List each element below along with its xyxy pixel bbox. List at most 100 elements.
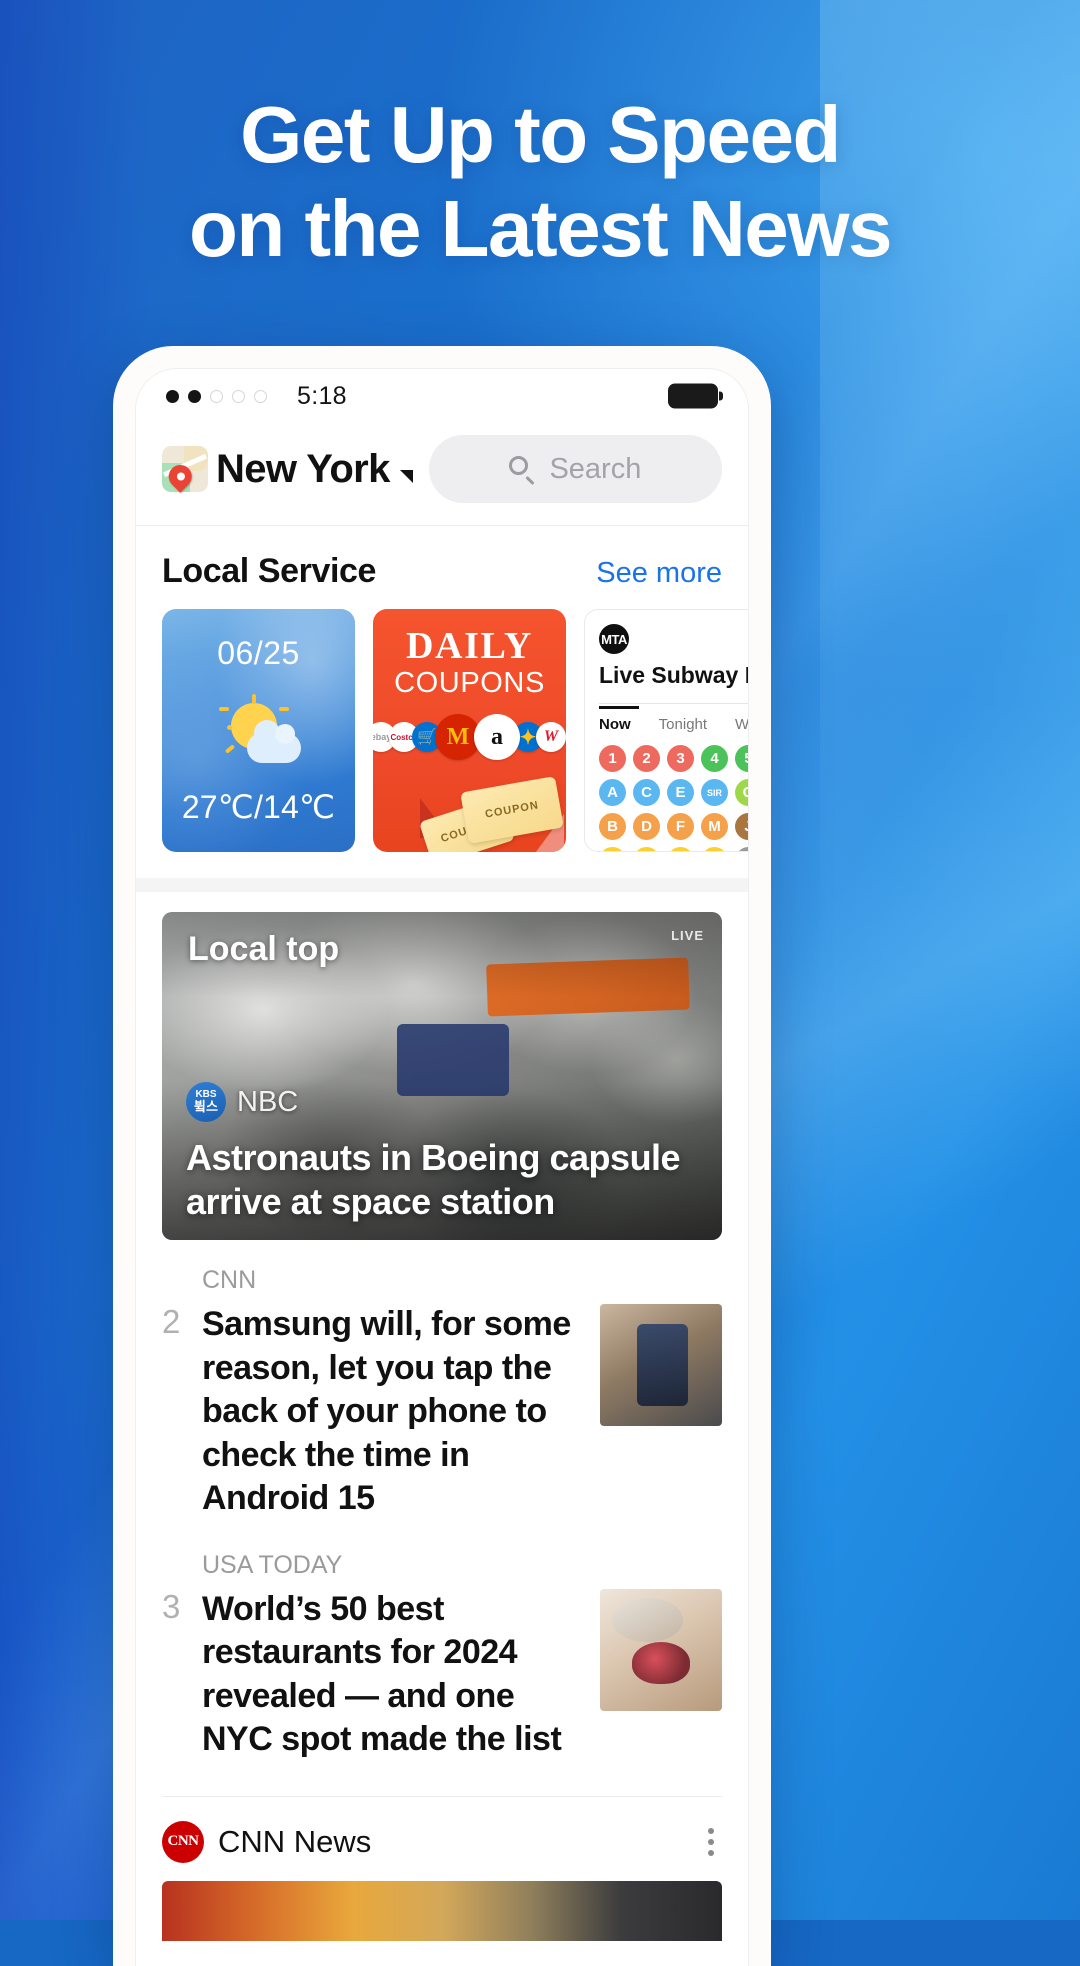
- signal-dot-2: [188, 389, 201, 403]
- status-bar-time: 5:18: [297, 381, 347, 410]
- subway-tab-tonight[interactable]: Tonight: [659, 716, 707, 733]
- news-item-title-row: 2 Samsung will, for some reason, let you…: [162, 1303, 584, 1521]
- subway-tab-weekend[interactable]: Weekend: [735, 716, 748, 733]
- section-title: Local Service: [162, 552, 377, 590]
- subway-line-bullet-l[interactable]: L: [735, 847, 748, 851]
- news-item-rank: 3: [162, 1587, 181, 1625]
- news-list-item[interactable]: USA TODAY 3 World’s 50 best restaurants …: [162, 1525, 722, 1766]
- subway-line-bullet-f[interactable]: F: [667, 813, 694, 840]
- sun-ray: [251, 694, 256, 704]
- headline-line-1: Get Up to Speed: [240, 90, 841, 179]
- subway-line-bullet-c[interactable]: C: [633, 779, 660, 806]
- brand-logo-amazon: a: [474, 714, 520, 760]
- brand-logo-walgreens: W: [536, 722, 566, 752]
- subway-line-bullet-a[interactable]: A: [599, 779, 626, 806]
- weather-date: 06/25: [217, 635, 300, 671]
- news-item-rank: 2: [162, 1303, 181, 1340]
- live-subway-map-card[interactable]: MTA Live Subway Map BETA Now Tonight Wee…: [584, 609, 748, 852]
- coupons-title-line-2: COUPONS: [394, 667, 545, 699]
- signal-dot-3: [210, 389, 223, 403]
- cloud-shape: [246, 720, 301, 763]
- weather-temperature: 27℃/14℃: [181, 789, 336, 825]
- subway-line-bullet-e[interactable]: E: [667, 779, 694, 806]
- publisher-name: CNN News: [218, 1823, 372, 1859]
- sun-ray: [224, 744, 235, 754]
- local-service-card-carousel[interactable]: 06/25 27℃/14℃ DAILY COUPONS ebay: [136, 609, 748, 878]
- subway-line-bullet-r[interactable]: R: [667, 847, 694, 851]
- hero-source-name: NBC: [237, 1085, 299, 1118]
- location-selector[interactable]: New York: [162, 446, 413, 494]
- weather-card[interactable]: 06/25 27℃/14℃: [162, 609, 355, 852]
- news-item-title: World’s 50 best restaurants for 2024 rev…: [202, 1589, 562, 1759]
- sun-ray: [278, 707, 289, 711]
- app-header: New York Search: [136, 423, 748, 525]
- kbs-logo-glyph: 뷬스: [194, 1099, 218, 1115]
- hero-label: Local top: [188, 930, 340, 968]
- search-icon: [509, 456, 536, 486]
- signal-dot-4: [232, 389, 245, 403]
- subway-line-bullet-j[interactable]: J: [735, 813, 748, 840]
- subway-card-title: Live Subway Map: [599, 662, 748, 688]
- subway-line-bullet-2[interactable]: 2: [633, 745, 660, 772]
- news-item-thumbnail: [600, 1304, 722, 1426]
- daily-coupons-card[interactable]: DAILY COUPONS ebay Costco 🛒 M a ✦ W COUP…: [373, 609, 566, 852]
- promo-headline: Get Up to Speed on the Latest News: [0, 88, 1080, 275]
- news-item-content: USA TODAY 3 World’s 50 best restaurants …: [162, 1551, 584, 1762]
- hero-headline: Astronauts in Boeing capsule arrive at s…: [186, 1137, 681, 1223]
- search-input[interactable]: Search: [428, 435, 722, 503]
- see-more-link[interactable]: See more: [596, 557, 722, 590]
- subway-line-bullet-q[interactable]: Q: [633, 847, 660, 851]
- subway-line-row: BDFMJZ: [599, 813, 748, 840]
- signal-indicator: [166, 389, 267, 403]
- local-service-header: Local Service See more: [136, 526, 748, 609]
- sun-ray: [226, 725, 232, 730]
- status-bar: 5:18: [136, 369, 748, 423]
- subway-line-bullet-4[interactable]: 4: [701, 745, 728, 772]
- news-item-thumbnail: [600, 1588, 722, 1711]
- publisher-row[interactable]: CNN CNN News: [136, 1796, 748, 1881]
- location-name: New York: [216, 446, 390, 491]
- news-feed: Local top LIVE KBS 뷬스 NBC Astronauts in …: [136, 912, 748, 1797]
- signal-dot-5: [254, 389, 267, 403]
- signal-dot-1: [166, 389, 179, 403]
- subway-line-grid: 123456ACESIRG7BDFMJZNQRWLS: [599, 745, 748, 851]
- headline-line-2: on the Latest News: [188, 183, 893, 273]
- phone-mockup: 5:18 New York Search Local Service See m…: [113, 346, 771, 1966]
- subway-tab-now[interactable]: Now: [599, 706, 639, 733]
- subway-line-row: NQRWLS: [599, 847, 748, 851]
- sun-ray: [218, 707, 229, 711]
- sun-behind-cloud-icon: [211, 694, 307, 765]
- subway-line-bullet-w[interactable]: W: [701, 847, 728, 851]
- subway-tabs[interactable]: Now Tonight Weekend: [599, 706, 748, 733]
- mta-logo-icon: MTA: [599, 624, 629, 654]
- section-gap: [136, 878, 748, 892]
- coupon-tickets-illustration: COUPON COUPON: [418, 752, 566, 852]
- chevron-down-icon: [399, 469, 413, 483]
- hero-news-card[interactable]: Local top LIVE KBS 뷬스 NBC Astronauts in …: [162, 912, 722, 1240]
- subway-line-bullet-n[interactable]: N: [599, 847, 626, 851]
- subway-line-row: 123456: [599, 745, 748, 772]
- news-item-title-row: 3 World’s 50 best restaurants for 2024 r…: [162, 1588, 584, 1762]
- subway-card-title-row: Live Subway Map BETA: [599, 662, 748, 689]
- phone-screen: 5:18 New York Search Local Service See m…: [135, 368, 749, 1966]
- subway-line-bullet-b[interactable]: B: [599, 813, 626, 840]
- subway-line-row: ACESIRG7: [599, 779, 748, 806]
- background-facet-right: [820, 0, 1080, 1920]
- subway-line-bullet-5[interactable]: 5: [735, 745, 748, 772]
- subway-line-bullet-m[interactable]: M: [701, 813, 728, 840]
- subway-line-bullet-sir[interactable]: SIR: [701, 779, 728, 806]
- kebab-menu-icon[interactable]: [700, 1824, 722, 1860]
- news-list-item[interactable]: CNN 2 Samsung will, for some reason, let…: [162, 1240, 722, 1525]
- news-item-source: USA TODAY: [202, 1550, 343, 1579]
- subway-line-bullet-3[interactable]: 3: [667, 745, 694, 772]
- subway-line-bullet-g[interactable]: G: [735, 779, 748, 806]
- battery-icon: [668, 383, 723, 409]
- kbs-logo-icon: KBS 뷬스: [186, 1082, 226, 1122]
- search-placeholder: Search: [549, 452, 642, 485]
- subway-line-bullet-d[interactable]: D: [633, 813, 660, 840]
- cnn-logo-icon: CNN: [162, 1820, 204, 1863]
- subway-line-bullet-1[interactable]: 1: [599, 745, 626, 772]
- publisher-media-strip[interactable]: [162, 1880, 722, 1941]
- live-badge: LIVE: [671, 928, 704, 943]
- subway-tabs-rule: [599, 703, 748, 704]
